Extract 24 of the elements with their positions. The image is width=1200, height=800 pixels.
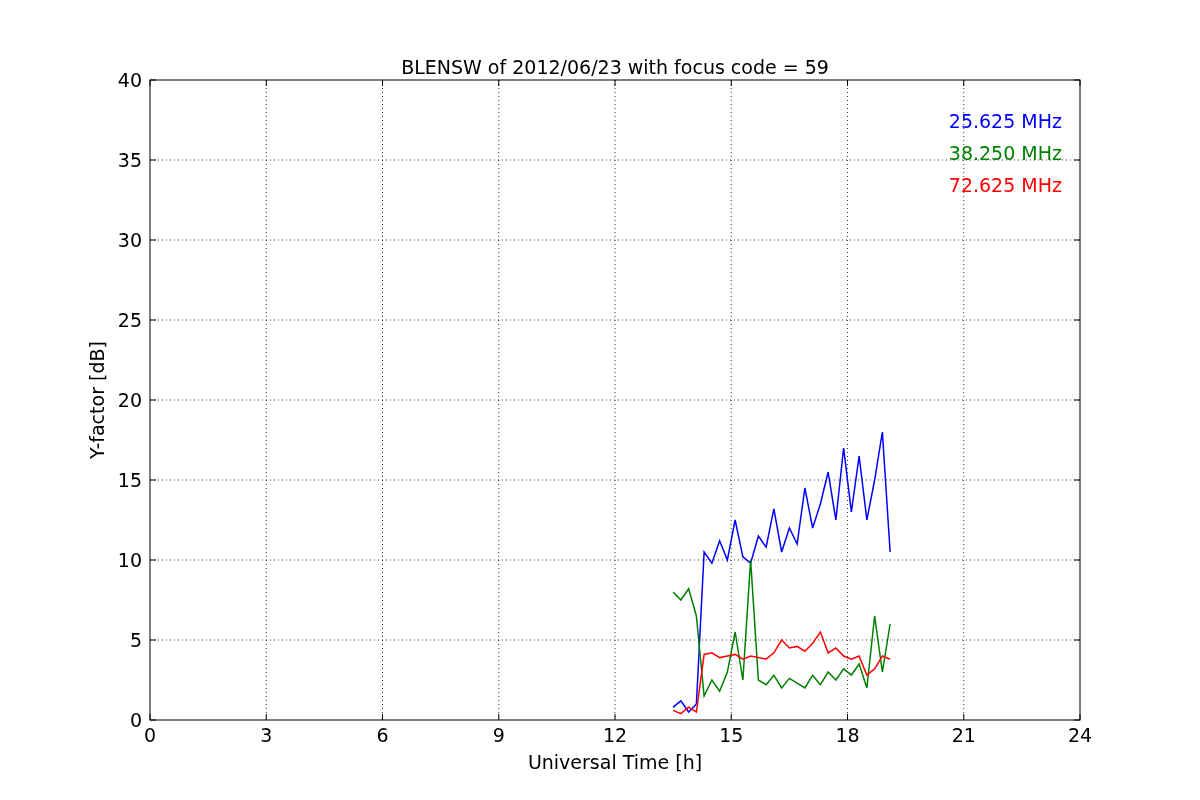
tick-label: 15 [719, 724, 744, 746]
tick-label: 9 [492, 724, 505, 746]
tick-label: 0 [129, 709, 142, 731]
tick-label: 25 [117, 309, 142, 331]
legend-label: 25.625 MHz [948, 110, 1062, 132]
x-axis-label: Universal Time [h] [527, 751, 703, 773]
tick-label: 5 [129, 629, 142, 651]
tick-label: 18 [835, 724, 860, 746]
tick-label: 12 [602, 724, 628, 746]
tick-label: 10 [117, 549, 142, 571]
tick-label: 20 [117, 389, 142, 411]
tick-label: 0 [143, 724, 157, 746]
y-axis-label: Y-factor [dB] [86, 341, 108, 459]
tick-label: 3 [260, 724, 273, 746]
tick-label: 21 [951, 724, 976, 746]
legend-label: 38.250 MHz [948, 142, 1062, 164]
tick-label: 40 [117, 69, 142, 91]
chart-title: BLENSW of 2012/06/23 with focus code = 59 [401, 56, 829, 78]
tick-label: 6 [376, 724, 389, 746]
tick-label: 24 [1067, 724, 1093, 746]
tick-label: 35 [117, 149, 142, 171]
tick-label: 15 [117, 469, 142, 491]
legend-label: 72.625 MHz [948, 174, 1062, 196]
tick-label: 30 [117, 229, 142, 251]
